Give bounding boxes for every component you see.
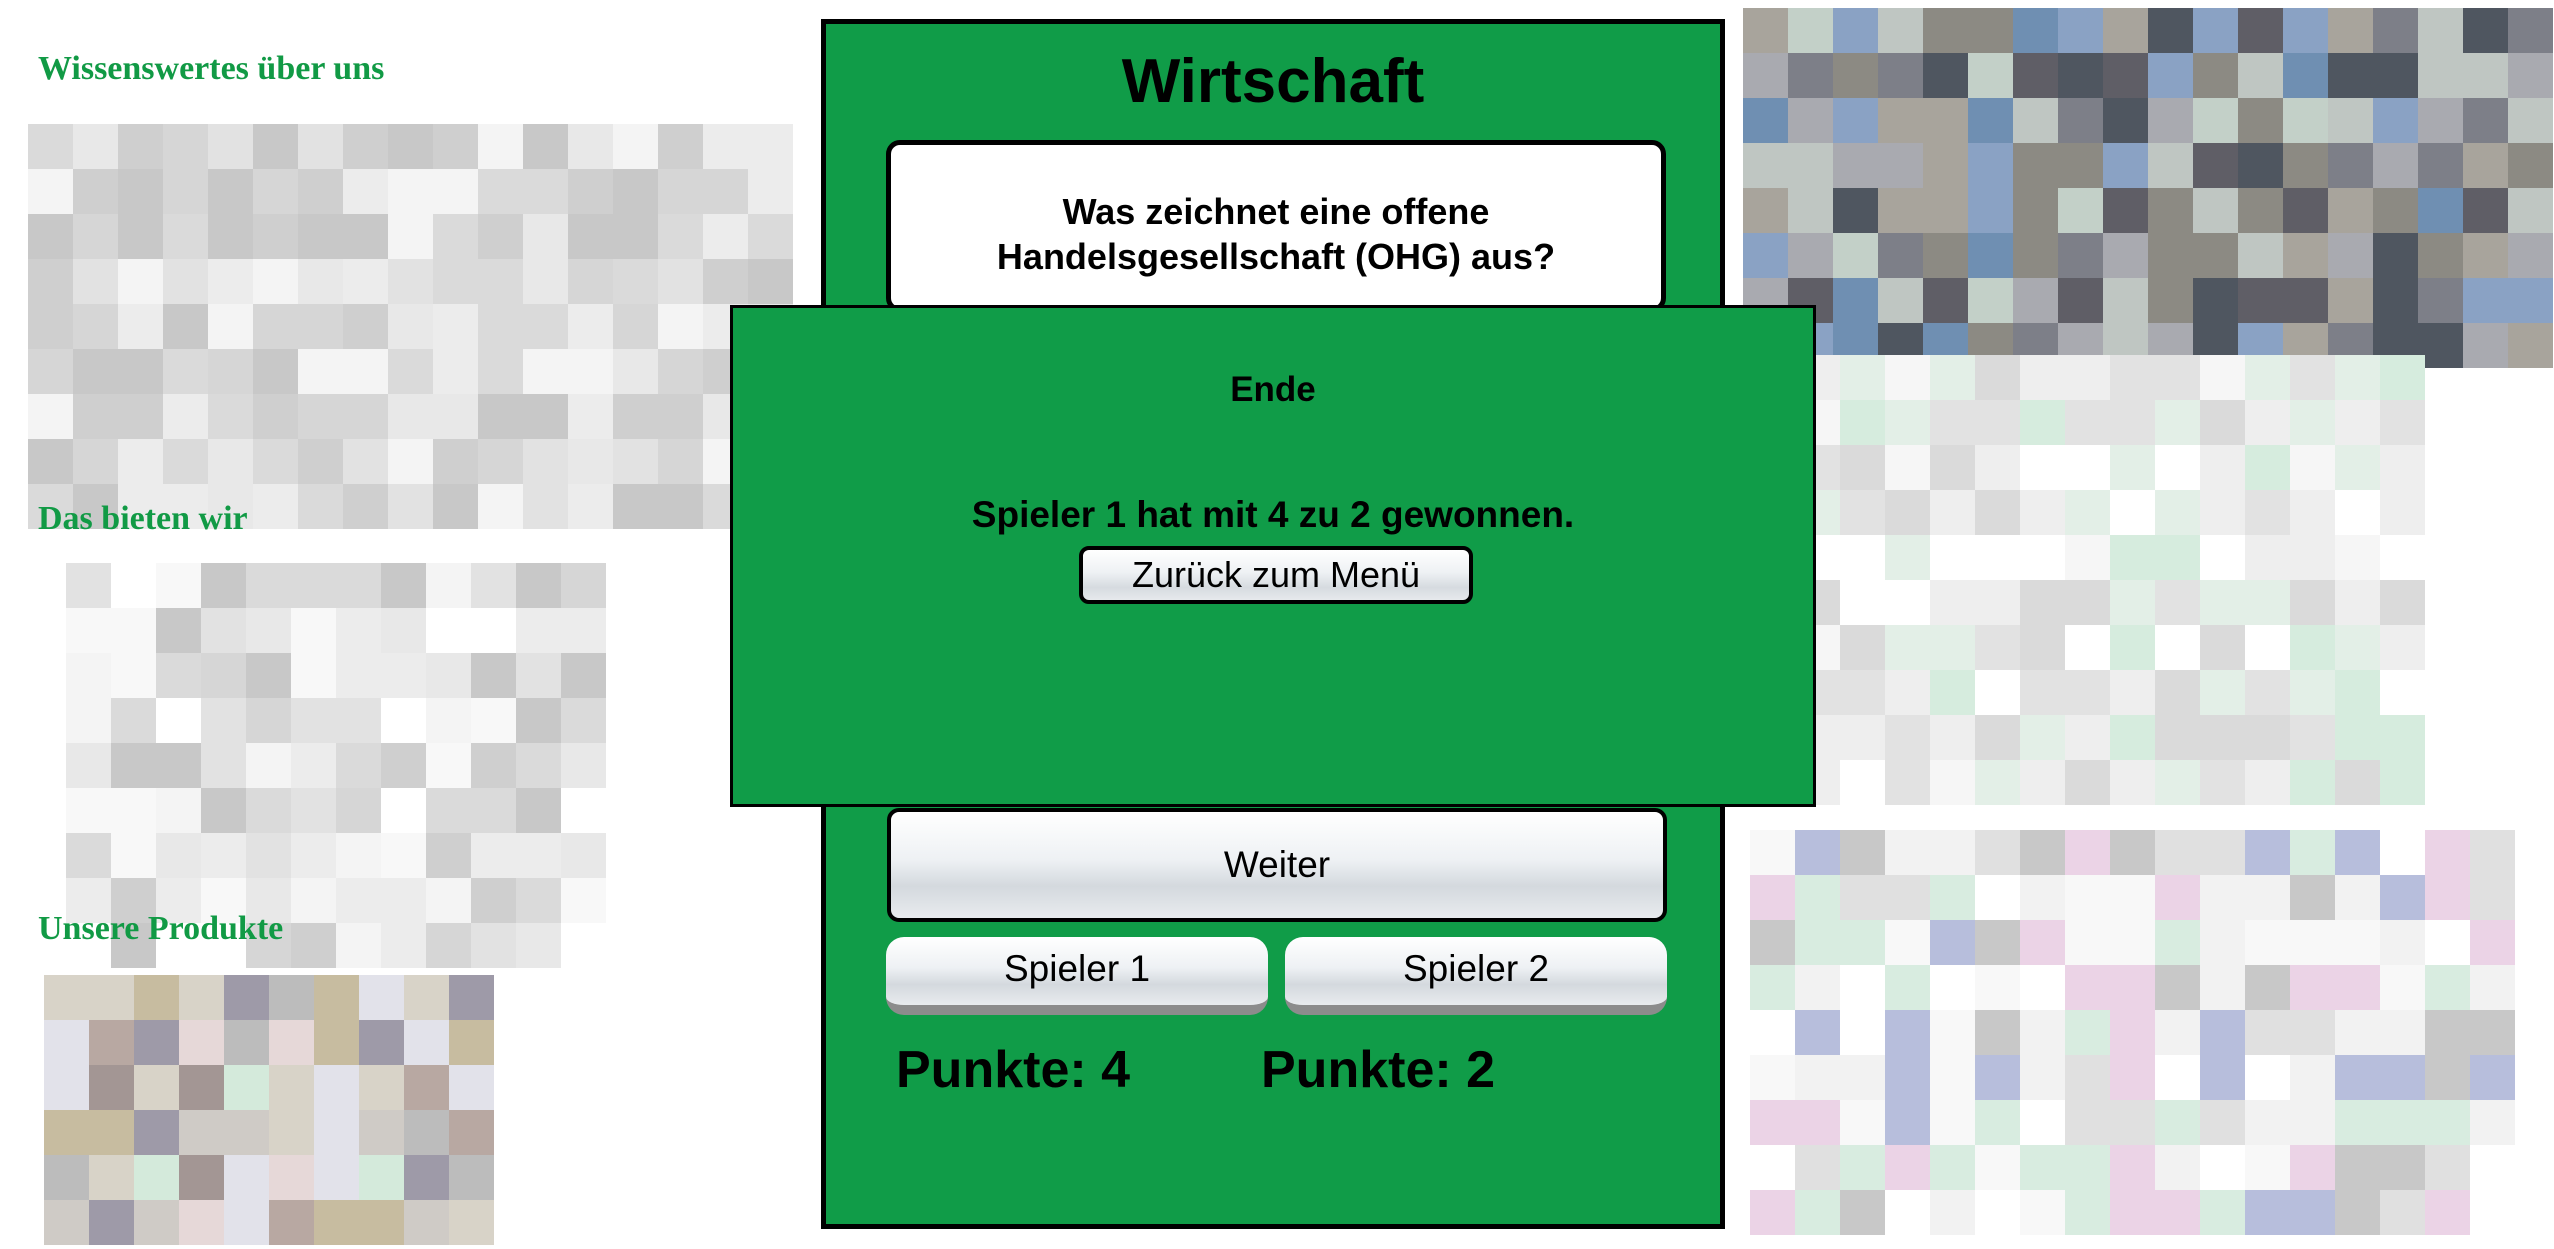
winner-message: Spieler 1 hat mit 4 zu 2 gewonnen. — [971, 494, 1575, 535]
player-1-score: Punkte: 4 — [896, 1041, 1131, 1099]
player-2-score: Punkte: 2 — [1261, 1041, 1496, 1099]
heading-about-us: Wissenswertes über uns — [38, 50, 385, 87]
dialog-title: Ende — [1230, 370, 1316, 409]
blurred-header-image — [1743, 8, 2553, 368]
heading-offers: Das bieten wir — [38, 500, 248, 537]
blurred-text-block — [1795, 355, 2425, 805]
game-over-dialog: Ende Spieler 1 hat mit 4 zu 2 gewonnen. … — [730, 305, 1816, 807]
question-box: Was zeichnet eine offene Handelsgesellsc… — [886, 140, 1666, 312]
player-1-button[interactable]: Spieler 1 — [886, 937, 1268, 1015]
game-title: Wirtschaft — [1121, 47, 1425, 116]
heading-products: Unsere Produkte — [38, 910, 284, 947]
blurred-text-block — [66, 563, 606, 968]
player-2-button[interactable]: Spieler 2 — [1285, 937, 1667, 1015]
back-to-menu-button[interactable]: Zurück zum Menü — [1079, 546, 1473, 604]
blurred-product-image — [44, 975, 494, 1245]
question-text-line-2: Handelsgesellschaft (OHG) aus? — [996, 236, 1556, 277]
blurred-text-block — [28, 124, 793, 529]
next-button[interactable]: Weiter — [887, 808, 1667, 922]
question-text-line-1: Was zeichnet eine offene — [1062, 191, 1490, 232]
blurred-text-block — [1750, 830, 2515, 1235]
